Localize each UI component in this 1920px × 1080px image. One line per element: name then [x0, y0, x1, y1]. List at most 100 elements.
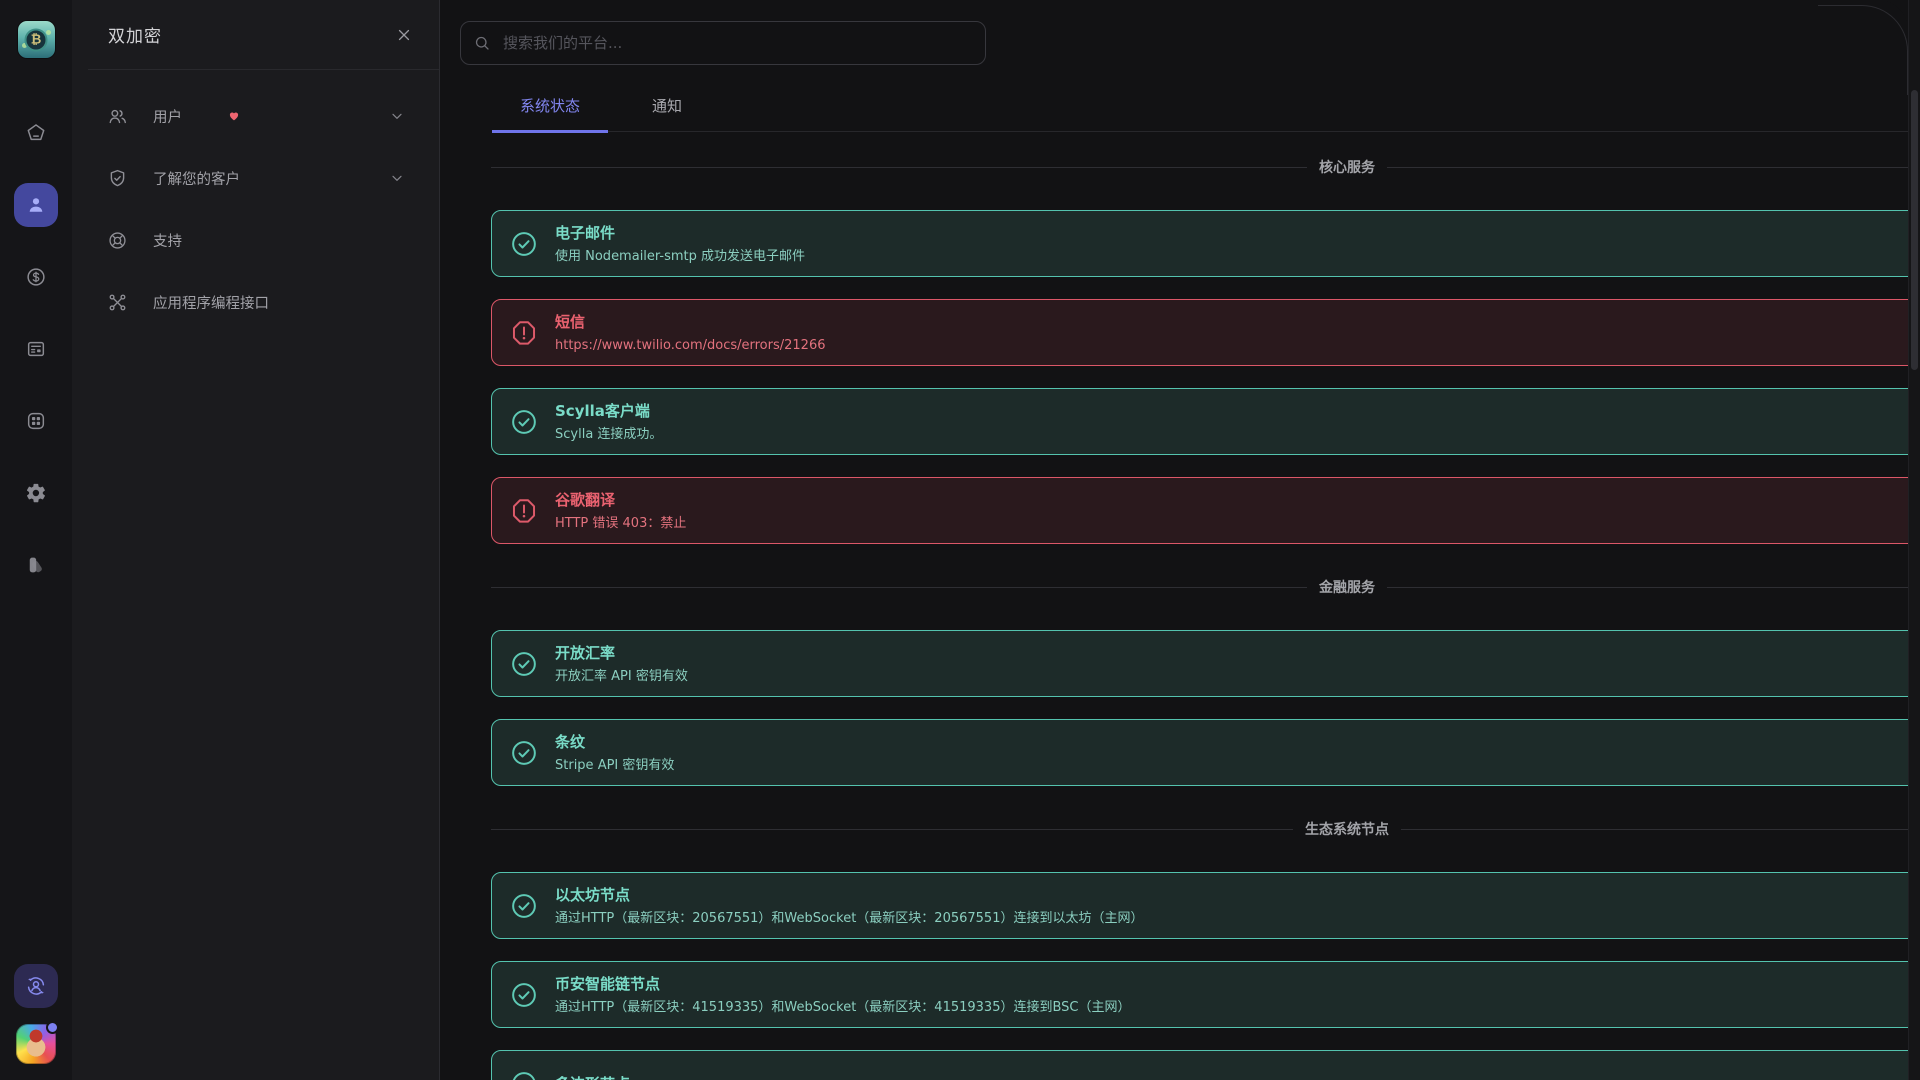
- status-sections: 核心服务 电子邮件 使用 Nodemailer-smtp 成功发送电子邮件 短信…: [491, 131, 1908, 1080]
- profile-avatar[interactable]: [16, 1021, 59, 1064]
- switch-user-button[interactable]: [14, 964, 58, 1008]
- section-header: 核心服务: [491, 156, 1908, 180]
- section-title: 生态系统节点: [1293, 818, 1401, 842]
- rail-item-theme[interactable]: [14, 543, 58, 587]
- section-divider: [491, 829, 1908, 830]
- sidebar-item-api[interactable]: 应用程序编程接口: [88, 278, 423, 326]
- sidebar-item-label: 支持: [153, 233, 182, 250]
- section-divider: [491, 167, 1908, 168]
- rail-item-settings[interactable]: [14, 471, 58, 515]
- status-card: 以太坊节点 通过HTTP（最新区块：20567551）和WebSocket（最新…: [491, 872, 1908, 939]
- main-content: 系统状态 通知 核心服务 电子邮件 使用 Nodemailer-smtp 成功发…: [440, 0, 1908, 1080]
- sidebar-item-users[interactable]: 用户: [88, 92, 423, 140]
- icon-rail: ₿: [0, 0, 72, 1080]
- check-circle-icon: [510, 1070, 538, 1080]
- sidebar-item-kyc[interactable]: 了解您的客户: [88, 154, 423, 202]
- rail-item-billing[interactable]: [14, 255, 58, 299]
- api-network-icon: [107, 292, 128, 313]
- invoice-icon: [25, 338, 47, 360]
- check-circle-icon: [510, 739, 538, 767]
- tab-system-status[interactable]: 系统状态: [492, 95, 609, 133]
- service-message: HTTP 错误 403：禁止: [555, 515, 687, 531]
- service-name: 开放汇率: [555, 643, 616, 662]
- heart-badge-icon: [228, 110, 240, 122]
- sidebar-item-support[interactable]: 支持: [88, 216, 423, 264]
- status-card: 开放汇率 开放汇率 API 密钥有效: [491, 630, 1908, 697]
- lifebuoy-icon: [107, 230, 128, 251]
- section-divider: [491, 587, 1908, 588]
- sidebar-item-label: 应用程序编程接口: [153, 295, 269, 312]
- grid-icon: [25, 410, 47, 432]
- rail-item-invoices[interactable]: [14, 327, 58, 371]
- tab-bar: 系统状态 通知: [492, 95, 1908, 133]
- user-switch-icon: [24, 974, 48, 998]
- service-section: 生态系统节点 以太坊节点 通过HTTP（最新区块：20567551）和WebSo…: [491, 818, 1908, 1080]
- drawer-sidebar: 双加密 用户 了解您的客户 支持 应用程序编程接口: [72, 0, 440, 1080]
- drawer-header: 双加密: [88, 0, 439, 70]
- status-card: Scylla客户端 Scylla 连接成功。: [491, 388, 1908, 455]
- status-card: 多边形节点: [491, 1050, 1908, 1080]
- rail-item-apps[interactable]: [14, 399, 58, 443]
- chevron-down-icon[interactable]: [389, 170, 405, 186]
- user-filled-icon: [25, 194, 47, 216]
- close-icon: [395, 26, 413, 44]
- service-message: 开放汇率 API 密钥有效: [555, 668, 688, 684]
- check-circle-icon: [510, 892, 538, 920]
- warning-octagon-icon: [510, 319, 538, 347]
- section-title: 金融服务: [1307, 576, 1387, 600]
- gear-icon: [25, 482, 47, 504]
- sidebar-item-label: 用户: [153, 109, 182, 126]
- status-dot: [46, 1021, 59, 1034]
- service-name: Scylla客户端: [555, 401, 650, 420]
- status-card: 币安智能链节点 通过HTTP（最新区块：41519335）和WebSocket（…: [491, 961, 1908, 1028]
- search-bar: [460, 21, 986, 65]
- pentagon-home-icon: [25, 122, 47, 144]
- rail-bottom: [14, 964, 59, 1080]
- layers-icon: [25, 554, 47, 576]
- tab-notifications[interactable]: 通知: [624, 95, 710, 133]
- service-name: 短信: [555, 312, 586, 331]
- service-message: https://www.twilio.com/docs/errors/21266: [555, 337, 826, 353]
- service-message: 使用 Nodemailer-smtp 成功发送电子邮件: [555, 248, 806, 264]
- service-message: 通过HTTP（最新区块：41519335）和WebSocket（最新区块：415…: [555, 999, 1131, 1015]
- service-name: 条纹: [555, 732, 586, 751]
- service-name: 电子邮件: [555, 223, 616, 242]
- check-circle-icon: [510, 981, 538, 1009]
- rail-item-users[interactable]: [14, 183, 58, 227]
- service-section: 核心服务 电子邮件 使用 Nodemailer-smtp 成功发送电子邮件 短信…: [491, 156, 1908, 544]
- service-name: 多边形节点: [555, 1074, 630, 1080]
- service-name: 谷歌翻译: [555, 490, 616, 509]
- users-icon: [107, 106, 128, 127]
- service-name: 币安智能链节点: [555, 974, 661, 993]
- warning-octagon-icon: [510, 497, 538, 525]
- app-logo[interactable]: ₿: [17, 21, 55, 58]
- check-circle-icon: [510, 650, 538, 678]
- section-title: 核心服务: [1307, 156, 1387, 180]
- panel-corner: [1818, 5, 1908, 95]
- status-card: 条纹 Stripe API 密钥有效: [491, 719, 1908, 786]
- service-name: 以太坊节点: [555, 885, 631, 904]
- section-header: 金融服务: [491, 576, 1908, 600]
- shield-check-icon: [107, 168, 128, 189]
- service-section: 金融服务 开放汇率 开放汇率 API 密钥有效 条纹 Stripe API 密钥…: [491, 576, 1908, 786]
- search-icon: [473, 34, 491, 52]
- dollar-circle-icon: [25, 266, 47, 288]
- service-message: 通过HTTP（最新区块：20567551）和WebSocket（最新区块：205…: [555, 910, 1144, 926]
- section-header: 生态系统节点: [491, 818, 1908, 842]
- service-message: Stripe API 密钥有效: [555, 757, 675, 773]
- drawer-title: 双加密: [108, 27, 162, 47]
- status-card: 电子邮件 使用 Nodemailer-smtp 成功发送电子邮件: [491, 210, 1908, 277]
- bitcoin-logo-icon: ₿: [24, 28, 48, 51]
- sidebar-item-label: 了解您的客户: [153, 171, 240, 188]
- check-circle-icon: [510, 230, 538, 258]
- close-drawer-button[interactable]: [395, 26, 413, 44]
- chevron-down-icon[interactable]: [389, 108, 405, 124]
- service-message: Scylla 连接成功。: [555, 426, 663, 442]
- search-input[interactable]: [460, 21, 986, 65]
- scrollbar-thumb[interactable]: [1911, 90, 1918, 370]
- scrollbar-track[interactable]: [1908, 0, 1920, 1080]
- status-card: 短信 https://www.twilio.com/docs/errors/21…: [491, 299, 1908, 366]
- rail-item-home[interactable]: [14, 111, 58, 155]
- status-card: 谷歌翻译 HTTP 错误 403：禁止: [491, 477, 1908, 544]
- check-circle-icon: [510, 408, 538, 436]
